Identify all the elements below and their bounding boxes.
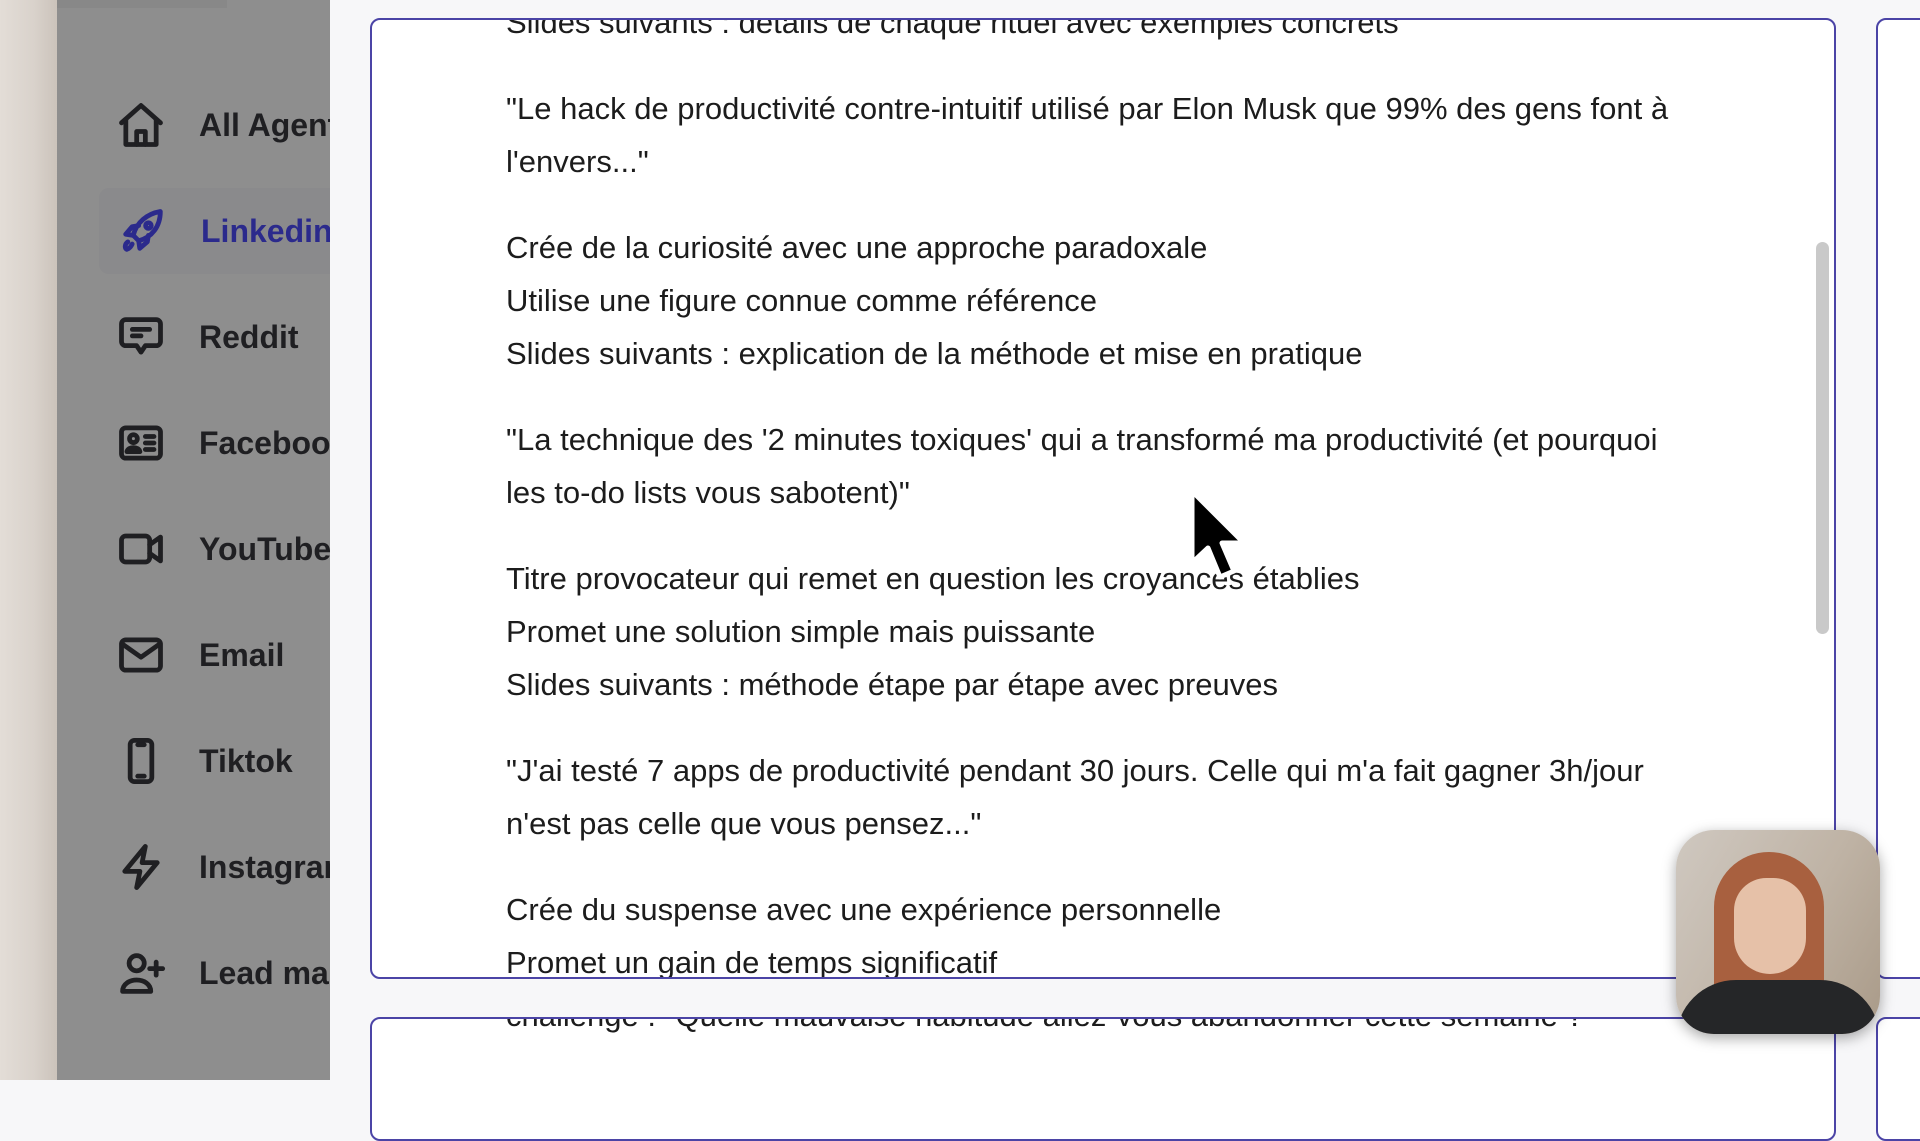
content-line: Crée du suspense avec une expérience per… bbox=[506, 892, 1222, 927]
sidebar-item-facebook[interactable]: Facebook bbox=[97, 400, 330, 486]
sidebar: All Agents Linkedin Reddit Facebook YouT… bbox=[57, 0, 330, 1080]
content-line: challenge : "Quelle mauvaise habitude al… bbox=[506, 1019, 1595, 1042]
sidebar-item-label: Instagram bbox=[199, 848, 330, 885]
sidebar-top-edge bbox=[57, 0, 227, 8]
chat-bubble-icon bbox=[115, 311, 167, 363]
content-line: Promet une solution simple mais puissant… bbox=[506, 614, 1096, 649]
lightning-icon bbox=[115, 841, 167, 893]
sidebar-item-lead-magnet[interactable]: Lead magnet bbox=[97, 930, 330, 1016]
sidebar-item-tiktok[interactable]: Tiktok bbox=[97, 718, 330, 804]
content-line: Slides suivants : explication de la méth… bbox=[506, 336, 1363, 371]
sidebar-item-label: Reddit bbox=[199, 318, 299, 355]
content-line: "La technique des '2 minutes toxiques' q… bbox=[506, 422, 1658, 457]
content-line: Slides suivants : méthode étape par étap… bbox=[506, 667, 1279, 702]
smartphone-icon bbox=[115, 735, 167, 787]
content-line: Titre provocateur qui remet en question … bbox=[506, 561, 1360, 596]
sidebar-item-all-agents[interactable]: All Agents bbox=[97, 82, 330, 168]
sidebar-item-instagram[interactable]: Instagram bbox=[97, 824, 330, 910]
sidebar-item-label: Email bbox=[199, 636, 285, 673]
generated-content-panel[interactable]: Slides suivants : détails de chaque ritu… bbox=[370, 18, 1836, 979]
video-camera-icon bbox=[115, 523, 167, 575]
webcam-overlay bbox=[1676, 830, 1880, 1034]
user-plus-icon bbox=[115, 947, 167, 999]
content-line: Slides suivants : détails de chaque ritu… bbox=[506, 18, 1399, 40]
webcam-person-face bbox=[1734, 878, 1806, 974]
content-line: Promet un gain de temps significatif bbox=[506, 945, 998, 979]
side-content-panel-lower[interactable] bbox=[1876, 1017, 1920, 1141]
content-line: Utilise une figure connue comme référenc… bbox=[506, 283, 1098, 318]
sidebar-item-reddit[interactable]: Reddit bbox=[97, 294, 330, 380]
envelope-icon bbox=[115, 629, 167, 681]
side-content-panel[interactable] bbox=[1876, 18, 1920, 979]
sidebar-item-email[interactable]: Email bbox=[97, 612, 330, 698]
id-card-icon bbox=[115, 417, 167, 469]
generated-content-text: Slides suivants : détails de chaque ritu… bbox=[506, 18, 1796, 979]
sidebar-item-linkedin[interactable]: Linkedin bbox=[99, 188, 330, 274]
content-line: Crée de la curiosité avec une approche p… bbox=[506, 230, 1208, 265]
home-icon bbox=[115, 99, 167, 151]
content-line: n'est pas celle que vous pensez..." bbox=[506, 806, 982, 841]
sidebar-item-label: Linkedin bbox=[201, 212, 330, 249]
scrollbar[interactable] bbox=[1816, 242, 1829, 634]
sidebar-item-youtube[interactable]: YouTube bbox=[97, 506, 330, 592]
content-line: "J'ai testé 7 apps de productivité penda… bbox=[506, 753, 1644, 788]
content-line: l'envers..." bbox=[506, 144, 649, 179]
webcam-person-body bbox=[1676, 980, 1880, 1034]
content-line: les to-do lists vous sabotent)" bbox=[506, 475, 910, 510]
sidebar-item-label: Tiktok bbox=[199, 742, 293, 779]
sidebar-item-label: Lead magnet bbox=[199, 954, 330, 991]
content-line: "Le hack de productivité contre-intuitif… bbox=[506, 91, 1669, 126]
sidebar-item-label: Facebook bbox=[199, 424, 330, 461]
sidebar-item-label: All Agents bbox=[199, 106, 330, 143]
desktop-background bbox=[0, 0, 57, 1080]
sidebar-item-label: YouTube bbox=[199, 530, 330, 567]
next-content-panel[interactable]: challenge : "Quelle mauvaise habitude al… bbox=[370, 1017, 1836, 1141]
rocket-icon bbox=[117, 205, 169, 257]
